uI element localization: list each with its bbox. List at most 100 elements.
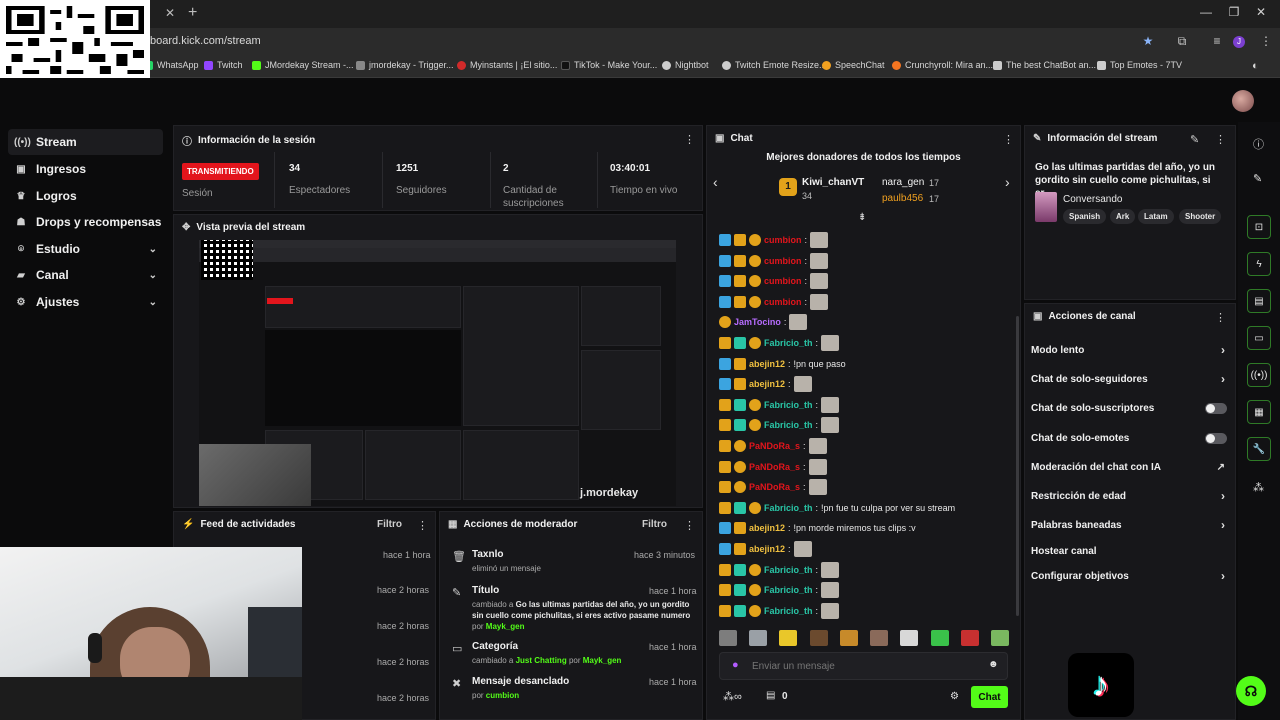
restore-icon[interactable]: ❐ <box>1224 5 1244 19</box>
chat-username[interactable]: cumbion <box>764 256 802 266</box>
moderator-filter-button[interactable]: Filtro <box>642 519 667 530</box>
bookmark-tiktok[interactable]: TikTok - Make Your... <box>561 60 657 70</box>
chat-message[interactable]: PaNDoRa_s: <box>719 458 827 476</box>
bookmark-kick-stream[interactable]: JMordekay Stream -... <box>252 60 354 70</box>
sidebar-item-ingresos[interactable]: ▣ Ingresos <box>8 156 163 182</box>
rail-document-button[interactable]: ▤ <box>1247 289 1271 313</box>
chat-username[interactable]: cumbion <box>764 276 802 286</box>
sidebar-item-canal[interactable]: ▰ Canal ⌄ <box>8 262 163 288</box>
chat-username[interactable]: Fabricio_th <box>764 585 813 595</box>
chat-message[interactable]: abejin12: <box>719 375 812 393</box>
sidebar-item-stream[interactable]: ((•)) Stream <box>8 129 163 155</box>
mod-action-user[interactable]: Mayk_gen <box>486 622 525 631</box>
bookmark-trigger[interactable]: jmordekay - Trigger... <box>356 60 454 70</box>
chat-username[interactable]: PaNDoRa_s <box>749 462 800 472</box>
chat-username[interactable]: Fabricio_th <box>764 400 813 410</box>
chat-scrollbar[interactable] <box>1016 316 1019 616</box>
microphone-icon[interactable]: ● <box>732 659 739 671</box>
sidebar-item-estudio[interactable]: ⌾ Estudio ⌄ <box>8 236 163 262</box>
chat-message[interactable]: cumbion: <box>719 231 829 249</box>
window-close-icon[interactable]: ✕ <box>1251 5 1271 19</box>
emote-icon[interactable] <box>930 630 949 646</box>
chat-username[interactable]: PaNDoRa_s <box>749 482 800 492</box>
chevron-right-icon[interactable]: › <box>1005 174 1010 190</box>
tag-ark[interactable]: Ark <box>1110 209 1136 224</box>
extensions-icon[interactable]: ⧉ <box>1174 34 1190 49</box>
tag-spanish[interactable]: Spanish <box>1063 209 1107 224</box>
emote-icon[interactable] <box>990 630 1009 646</box>
chat-message[interactable]: Fabricio_th: !pn fue tu culpa por ver su … <box>719 499 955 517</box>
chat-username[interactable]: cumbion <box>764 297 802 307</box>
chat-message[interactable]: abejin12: <box>719 540 812 558</box>
bookmark-speechchat[interactable]: SpeechChat <box>822 60 885 70</box>
donor-name[interactable]: Kiwi_chanVT <box>802 177 864 188</box>
chat-username[interactable]: abejin12 <box>749 523 785 533</box>
emote-icon[interactable] <box>779 630 798 646</box>
bookmark-myinstants[interactable]: Myinstants | ¡El sitio... <box>457 60 557 70</box>
browser-menu-icon[interactable]: ⋮ <box>1258 34 1274 48</box>
chat-username[interactable]: abejin12 <box>749 359 785 369</box>
chat-username[interactable]: Fabricio_th <box>764 420 813 430</box>
users-icon[interactable]: ⁂ <box>1253 481 1264 494</box>
action-banned-words[interactable]: Palabras baneadas › <box>1031 516 1229 534</box>
tag-shooter[interactable]: Shooter <box>1179 209 1222 224</box>
url-field[interactable]: board.kick.com/stream <box>150 35 261 47</box>
emote-icon[interactable] <box>719 630 737 646</box>
collapse-icon[interactable]: ⇟ <box>858 212 866 223</box>
chat-message[interactable]: Fabricio_th: <box>719 602 840 620</box>
pencil-icon[interactable]: ✎ <box>1253 172 1262 185</box>
chat-message[interactable]: Fabricio_th: <box>719 334 840 352</box>
more-icon[interactable]: ⋮ <box>417 519 428 532</box>
rail-broadcast-button[interactable]: ((•)) <box>1247 363 1271 387</box>
chat-username[interactable]: Fabricio_th <box>764 606 813 616</box>
rail-moderator-button[interactable]: ▦ <box>1247 400 1271 424</box>
sidebar-item-ajustes[interactable]: ⚙ Ajustes ⌄ <box>8 289 163 315</box>
action-ai-moderation[interactable]: Moderación del chat con IA ↗ <box>1031 458 1229 476</box>
gear-icon[interactable]: ⚙ <box>950 691 959 702</box>
emote-icon[interactable] <box>870 630 889 646</box>
chat-username[interactable]: cumbion <box>764 235 802 245</box>
chat-username[interactable]: abejin12 <box>749 544 785 554</box>
action-age-restriction[interactable]: Restricción de edad › <box>1031 487 1229 505</box>
chat-message[interactable]: PaNDoRa_s: <box>719 478 827 496</box>
sidebar-item-logros[interactable]: ♛ Logros <box>8 183 163 209</box>
new-tab-icon[interactable]: + <box>188 4 197 22</box>
info-icon[interactable]: ⓘ <box>1253 136 1264 152</box>
chat-message[interactable]: cumbion: <box>719 252 829 270</box>
action-host-channel[interactable]: Hostear canal <box>1031 542 1229 560</box>
help-chat-button[interactable]: ☊ <box>1236 676 1266 706</box>
emotes-only-toggle[interactable] <box>1205 432 1227 444</box>
action-subscribers-only[interactable]: Chat de solo-suscriptores <box>1031 399 1229 417</box>
bookmark-star-icon[interactable]: ★ <box>1140 34 1156 48</box>
gift-icon[interactable]: ▤ <box>766 690 775 701</box>
user-avatar[interactable] <box>1232 90 1254 112</box>
bookmark-twitch[interactable]: Twitch <box>204 60 243 70</box>
chat-username[interactable]: abejin12 <box>749 379 785 389</box>
action-emotes-only[interactable]: Chat de solo-emotes <box>1031 429 1229 447</box>
send-chat-button[interactable]: Chat <box>971 686 1008 708</box>
emoji-icon[interactable]: ☻ <box>988 659 999 670</box>
bookmarks-overflow-icon[interactable]: ◐ <box>1252 60 1259 72</box>
more-icon[interactable]: ⋮ <box>1003 133 1014 146</box>
stream-preview-video[interactable] <box>199 240 676 506</box>
rail-bolt-button[interactable]: ϟ <box>1247 252 1271 276</box>
chat-message[interactable]: Fabricio_th: <box>719 561 840 579</box>
close-tab-icon[interactable]: ✕ <box>165 6 179 20</box>
chat-message[interactable]: Fabricio_th: <box>719 581 840 599</box>
bookmark-whatsapp[interactable]: WhatsApp <box>144 60 199 70</box>
profile-icon[interactable]: J <box>1233 36 1245 48</box>
mod-action-user[interactable]: cumbion <box>486 691 519 700</box>
emote-icon[interactable] <box>809 630 828 646</box>
donor-name[interactable]: nara_gen <box>882 177 924 188</box>
chat-input[interactable] <box>752 658 972 674</box>
more-icon[interactable]: ⋮ <box>684 519 695 532</box>
bookmark-nightbot[interactable]: Nightbot <box>662 60 709 70</box>
chat-message[interactable]: cumbion: <box>719 293 829 311</box>
action-followers-only[interactable]: Chat de solo-seguidores › <box>1031 370 1229 388</box>
more-icon[interactable]: ⋮ <box>1215 133 1226 146</box>
rail-chat-button[interactable]: ▭ <box>1247 326 1271 350</box>
donor-name[interactable]: paulb456 <box>882 193 923 204</box>
bookmark-chatbot[interactable]: The best ChatBot an... <box>993 60 1096 70</box>
chat-message[interactable]: cumbion: <box>719 272 829 290</box>
mod-action-user[interactable]: Mayk_gen <box>583 656 622 665</box>
